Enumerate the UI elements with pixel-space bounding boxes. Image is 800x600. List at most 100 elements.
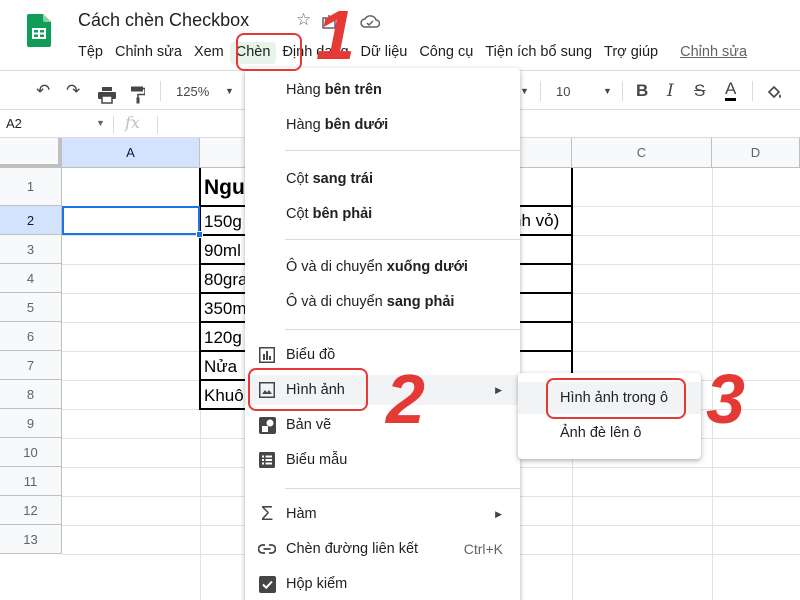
paint-format-icon[interactable]	[131, 83, 145, 107]
menu-item-column-left[interactable]: Cột sang trái	[245, 164, 520, 194]
menu-item-cells-shift-down[interactable]: Ô và di chuyển xuống dưới	[245, 252, 520, 282]
font-size-select[interactable]: 10	[556, 79, 570, 103]
row-header[interactable]: 11	[0, 467, 62, 496]
menu-item-label: Chèn đường liên kết	[286, 541, 419, 557]
star-icon[interactable]: ☆	[296, 10, 311, 30]
redo-icon[interactable]: ↷	[66, 79, 80, 103]
menu-item-label: Cột	[286, 171, 313, 187]
menu-edit[interactable]: Chỉnh sửa	[109, 42, 188, 64]
row-header[interactable]: 6	[0, 322, 62, 351]
menu-help[interactable]: Trợ giúp	[598, 42, 664, 64]
row-header[interactable]: 1	[0, 168, 62, 206]
font-dropdown-icon[interactable]: ▼	[520, 79, 529, 103]
cell-b3[interactable]: 90ml	[204, 241, 241, 261]
toolbar-separator	[160, 81, 161, 101]
menu-item-form[interactable]: Biểu mẫu	[245, 445, 520, 475]
menu-data[interactable]: Dữ liệu	[355, 42, 414, 64]
cell-b6[interactable]: 120g	[204, 328, 242, 348]
menu-item-label: Ảnh đè lên ô	[560, 425, 642, 441]
highlight-box-image-item	[248, 368, 368, 411]
cell-b4[interactable]: 80gra	[204, 270, 247, 290]
cloud-saved-icon[interactable]	[360, 13, 380, 29]
checkbox-icon	[258, 575, 276, 593]
row-header[interactable]: 2	[0, 206, 62, 235]
submenu-item-image-over-cells[interactable]: Ảnh đè lên ô	[518, 417, 701, 449]
menu-item-label-bold: bên phải	[312, 206, 373, 222]
menu-item-label: Ô và di chuyển	[286, 259, 387, 275]
menu-item-chart[interactable]: Biểu đồ	[245, 340, 520, 370]
cell-b1[interactable]: Ngu	[204, 176, 245, 200]
document-title[interactable]: Cách chèn Checkbox	[78, 10, 249, 31]
menu-item-label: Biểu đồ	[286, 347, 336, 363]
menu-separator	[285, 239, 520, 240]
menu-item-insert-link[interactable]: Chèn đường liên kết Ctrl+K	[245, 534, 520, 564]
menu-item-row-below[interactable]: Hàng bên dưới	[245, 110, 520, 140]
menu-item-label-bold: bên dưới	[324, 117, 389, 133]
menu-item-shortcut: Ctrl+K	[463, 541, 503, 557]
menu-item-function[interactable]: Σ Hàm ▶	[245, 499, 520, 529]
menu-bar: Tệp Chỉnh sửa Xem Chèn Định dạng Dữ liệu…	[72, 42, 753, 64]
highlight-box-insert-menu	[236, 33, 302, 71]
chart-icon	[258, 346, 276, 364]
step-number-1: 1	[316, 0, 355, 74]
selected-cell-a2[interactable]	[62, 206, 200, 235]
fill-handle[interactable]	[196, 231, 203, 238]
menu-addons[interactable]: Tiện ích bổ sung	[479, 42, 598, 64]
last-edit-link[interactable]: Chỉnh sửa	[664, 42, 753, 64]
strikethrough-button[interactable]: S	[694, 79, 705, 103]
row-header[interactable]: 4	[0, 264, 62, 293]
column-header-d[interactable]: D	[712, 138, 800, 168]
menu-item-cells-shift-right[interactable]: Ô và di chuyển sang phải	[245, 287, 520, 317]
menu-item-label: Cột	[286, 206, 313, 222]
undo-icon[interactable]: ↶	[36, 79, 50, 103]
cell-b8[interactable]: Khuô	[204, 386, 244, 406]
print-icon[interactable]	[98, 83, 116, 107]
font-size-dropdown-icon[interactable]: ▼	[603, 79, 612, 103]
cell-b5[interactable]: 350m	[204, 299, 247, 319]
menu-file[interactable]: Tệp	[72, 42, 109, 64]
row-header[interactable]: 10	[0, 438, 62, 467]
toolbar-separator	[622, 81, 623, 101]
row-header[interactable]: 9	[0, 409, 62, 438]
menu-item-label: Biểu mẫu	[286, 452, 348, 468]
name-box[interactable]: A2	[6, 116, 22, 131]
insert-menu-dropdown: Hàng bên trên Hàng bên dưới Cột sang trá…	[245, 68, 520, 600]
fx-icon: fx	[125, 113, 140, 132]
step-number-2: 2	[386, 360, 425, 438]
bold-button[interactable]: B	[636, 79, 648, 103]
cell-b2[interactable]: 150g	[204, 212, 242, 232]
italic-button[interactable]: I	[667, 79, 674, 103]
row-header[interactable]: 13	[0, 525, 62, 554]
column-header-c[interactable]: C	[572, 138, 712, 168]
text-color-button[interactable]: A	[725, 79, 737, 101]
menu-item-row-above[interactable]: Hàng bên trên	[245, 75, 520, 105]
menu-item-checkbox[interactable]: Hộp kiểm	[245, 569, 520, 599]
menu-tools[interactable]: Công cụ	[413, 42, 479, 64]
select-all-corner[interactable]	[0, 138, 62, 168]
submenu-arrow-icon: ▶	[495, 384, 502, 395]
name-box-dropdown-icon[interactable]: ▼	[96, 118, 105, 128]
row-header[interactable]: 12	[0, 496, 62, 525]
menu-item-label: Hàm	[286, 506, 317, 522]
fill-color-icon[interactable]	[766, 81, 784, 105]
row-header[interactable]: 5	[0, 293, 62, 322]
sigma-icon: Σ	[260, 502, 274, 525]
menu-item-label: Hàng	[286, 117, 325, 133]
menu-separator	[285, 150, 520, 151]
row-header[interactable]: 8	[0, 380, 62, 409]
menu-view[interactable]: Xem	[188, 42, 230, 64]
zoom-dropdown-icon[interactable]: ▼	[225, 79, 234, 103]
menu-item-drawing[interactable]: Bản vẽ	[245, 410, 520, 440]
toolbar-separator	[540, 81, 541, 101]
column-header-a[interactable]: A	[62, 138, 200, 168]
menu-item-label: Hộp kiểm	[286, 576, 348, 592]
row-header[interactable]: 3	[0, 235, 62, 264]
zoom-select[interactable]: 125%	[176, 79, 209, 103]
step-number-3: 3	[706, 360, 745, 438]
menu-item-label: Hàng	[286, 82, 325, 98]
cell-b7[interactable]: Nửa	[204, 357, 237, 377]
menu-item-label-bold: bên trên	[324, 82, 382, 98]
menu-item-column-right[interactable]: Cột bên phải	[245, 199, 520, 229]
row-header[interactable]: 7	[0, 351, 62, 380]
sheets-logo-icon[interactable]	[27, 14, 51, 47]
